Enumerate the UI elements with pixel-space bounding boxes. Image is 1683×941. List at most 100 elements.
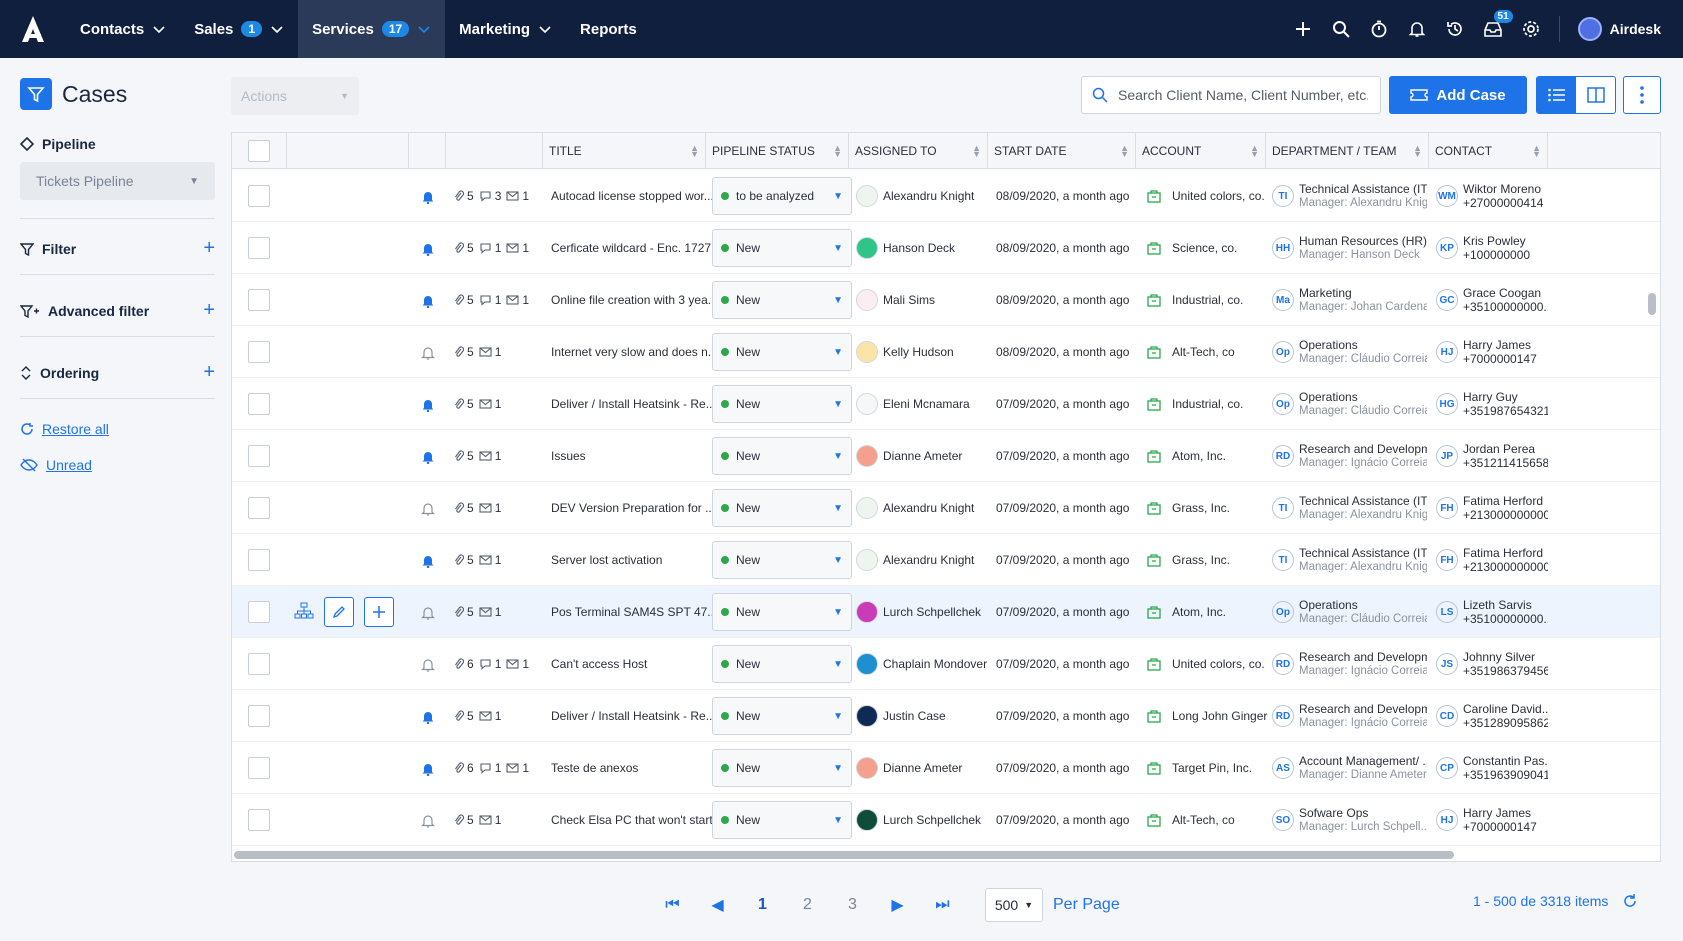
title-cell[interactable]: Teste de anexos <box>551 742 719 794</box>
account-cell[interactable]: Alt-Tech, co <box>1146 326 1235 378</box>
department-cell[interactable]: Op Operations Manager: Cláudio Correia <box>1272 378 1427 430</box>
pipeline-status-dropdown[interactable]: New ▼ <box>712 697 852 735</box>
case-title[interactable]: DEV Version Preparation for ... <box>551 501 719 515</box>
account-cell[interactable]: Alt-Tech, co <box>1146 794 1235 846</box>
sort-icon[interactable]: ▲ ▼ <box>833 144 842 159</box>
case-title[interactable]: Issues <box>551 449 719 463</box>
pipeline-status-dropdown[interactable]: New ▼ <box>712 229 852 267</box>
title-cell[interactable]: DEV Version Preparation for ... <box>551 482 719 534</box>
account-cell[interactable]: Science, co. <box>1146 222 1237 274</box>
account-cell[interactable]: Target Pin, Inc. <box>1146 742 1252 794</box>
case-title[interactable]: Pos Terminal SAM4S SPT 47... <box>551 605 719 619</box>
title-cell[interactable]: Server lost activation <box>551 534 719 586</box>
unread-link[interactable]: Unread <box>20 457 215 473</box>
table-row[interactable]: 5 1 Check Elsa PC that won't start New ▼ Lurc… <box>232 794 1660 846</box>
sort-icon[interactable]: ▲ ▼ <box>1120 144 1129 159</box>
department-cell[interactable]: SO Sofware Ops Manager: Lurch Schpell... <box>1272 794 1427 846</box>
account-cell[interactable]: United colors, co. <box>1146 638 1265 690</box>
row-checkbox[interactable] <box>248 393 270 415</box>
search-box[interactable] <box>1081 76 1381 114</box>
attachments-count[interactable]: 6 <box>454 657 474 671</box>
filter-row[interactable]: Filter + <box>20 237 215 260</box>
comments-count[interactable]: 1 <box>479 293 501 307</box>
add-advanced-filter-icon[interactable]: + <box>203 299 215 322</box>
department-cell[interactable]: TI Technical Assistance (IT) Manager: Alex… <box>1272 170 1427 222</box>
table-row[interactable]: 5 1 Internet very slow and does n... New ▼ Ke… <box>232 326 1660 378</box>
emails-count[interactable]: 1 <box>479 501 501 515</box>
row-checkbox[interactable] <box>248 601 270 623</box>
table-row[interactable]: 6 1 1 Can't access Host New ▼ Chaplain Mondove… <box>232 638 1660 690</box>
bell-filled-icon[interactable] <box>421 222 435 274</box>
attachments-count[interactable]: 5 <box>454 241 474 255</box>
bell-filled-icon[interactable] <box>421 534 435 586</box>
title-cell[interactable]: Check Elsa PC that won't start <box>551 794 719 846</box>
department-cell[interactable]: RD Research and Developm... Manager: Ignác… <box>1272 638 1427 690</box>
department-cell[interactable]: RD Research and Developm... Manager: Ignác… <box>1272 690 1427 742</box>
emails-count[interactable]: 1 <box>506 189 529 203</box>
add-subtask-button[interactable] <box>364 597 394 627</box>
emails-count[interactable]: 1 <box>479 709 501 723</box>
more-options-button[interactable] <box>1623 76 1661 114</box>
row-checkbox[interactable] <box>248 185 270 207</box>
attachments-count[interactable]: 5 <box>454 813 474 827</box>
emails-count[interactable]: 1 <box>506 657 529 671</box>
table-row[interactable]: 6 1 1 Teste de anexos New ▼ Dianne Ameter 07/09… <box>232 742 1660 794</box>
case-title[interactable]: Check Elsa PC that won't start <box>551 813 719 827</box>
row-checkbox[interactable] <box>248 237 270 259</box>
emails-count[interactable]: 1 <box>506 761 529 775</box>
add-ordering-icon[interactable]: + <box>203 361 215 384</box>
title-cell[interactable]: Issues <box>551 430 719 482</box>
attachments-count[interactable]: 5 <box>454 449 474 463</box>
page-1-button[interactable]: 1 <box>740 896 785 914</box>
contact-cell[interactable]: FH Fatima Herford +213000000000 <box>1436 534 1548 586</box>
bell-outline-icon[interactable] <box>421 326 435 378</box>
title-cell[interactable]: Autocad license stopped wor... <box>551 170 719 222</box>
department-cell[interactable]: Op Operations Manager: Cláudio Correia <box>1272 326 1427 378</box>
attachments-count[interactable]: 5 <box>454 605 474 619</box>
assigned-to-cell[interactable]: Kelly Hudson <box>856 326 954 378</box>
airdesk-logo[interactable] <box>0 0 66 58</box>
nav-item-reports[interactable]: Reports <box>566 0 651 58</box>
table-row[interactable]: 5 1 Issues New ▼ Dianne Ameter 07/09/2020, a m… <box>232 430 1660 482</box>
department-cell[interactable]: TI Technical Assistance (IT) Manager: Alex… <box>1272 482 1427 534</box>
attachments-count[interactable]: 6 <box>454 761 474 775</box>
contact-cell[interactable]: KP Kris Powley +100000000 <box>1436 222 1548 274</box>
assigned-to-cell[interactable]: Dianne Ameter <box>856 742 962 794</box>
attachments-count[interactable]: 5 <box>454 345 474 359</box>
department-cell[interactable]: RD Research and Developm... Manager: Ignác… <box>1272 430 1427 482</box>
title-cell[interactable]: Online file creation with 3 yea... <box>551 274 719 326</box>
contact-cell[interactable]: WM Wiktor Moreno +27000000414 <box>1436 170 1548 222</box>
title-cell[interactable]: Pos Terminal SAM4S SPT 47... <box>551 586 719 638</box>
comments-count[interactable]: 3 <box>479 189 501 203</box>
bell-filled-icon[interactable] <box>421 274 435 326</box>
hierarchy-icon[interactable] <box>294 602 314 623</box>
department-cell[interactable]: AS Account Management/ ... Manager: Dianne… <box>1272 742 1427 794</box>
pipeline-status-dropdown[interactable]: New ▼ <box>712 749 852 787</box>
add-icon[interactable] <box>1293 19 1313 39</box>
contact-cell[interactable]: HJ Harry James +7000000147 <box>1436 794 1548 846</box>
case-title[interactable]: Server lost activation <box>551 553 719 567</box>
sort-icon[interactable]: ▲ ▼ <box>1250 144 1259 159</box>
contact-cell[interactable]: GC Grace Coogan +35100000000... <box>1436 274 1548 326</box>
account-cell[interactable]: Industrial, co. <box>1146 378 1243 430</box>
pipeline-status-dropdown[interactable]: New ▼ <box>712 333 852 371</box>
horizontal-scrollbar[interactable] <box>234 851 1454 859</box>
assigned-to-cell[interactable]: Alexandru Knight <box>856 534 974 586</box>
bell-outline-icon[interactable] <box>421 482 435 534</box>
settings-gear-icon[interactable] <box>1521 19 1541 39</box>
board-view-button[interactable] <box>1576 77 1615 113</box>
title-cell[interactable]: Deliver / Install Heatsink - Re... <box>551 378 719 430</box>
comments-count[interactable]: 1 <box>479 657 501 671</box>
table-row[interactable]: 5 1 1 Online file creation with 3 yea... New… <box>232 274 1660 326</box>
comments-count[interactable]: 1 <box>479 761 501 775</box>
emails-count[interactable]: 1 <box>479 553 501 567</box>
pipeline-status-dropdown[interactable]: New ▼ <box>712 489 852 527</box>
pipeline-select[interactable]: Tickets Pipeline ▼ <box>20 162 215 200</box>
row-checkbox[interactable] <box>248 705 270 727</box>
bell-icon[interactable] <box>1407 19 1427 39</box>
row-checkbox[interactable] <box>248 497 270 519</box>
contact-cell[interactable]: JS Johnny Silver +351986379456 <box>1436 638 1548 690</box>
emails-count[interactable]: 1 <box>479 813 501 827</box>
add-case-button[interactable]: Add Case <box>1389 76 1527 114</box>
pipeline-status-dropdown[interactable]: New ▼ <box>712 437 852 475</box>
